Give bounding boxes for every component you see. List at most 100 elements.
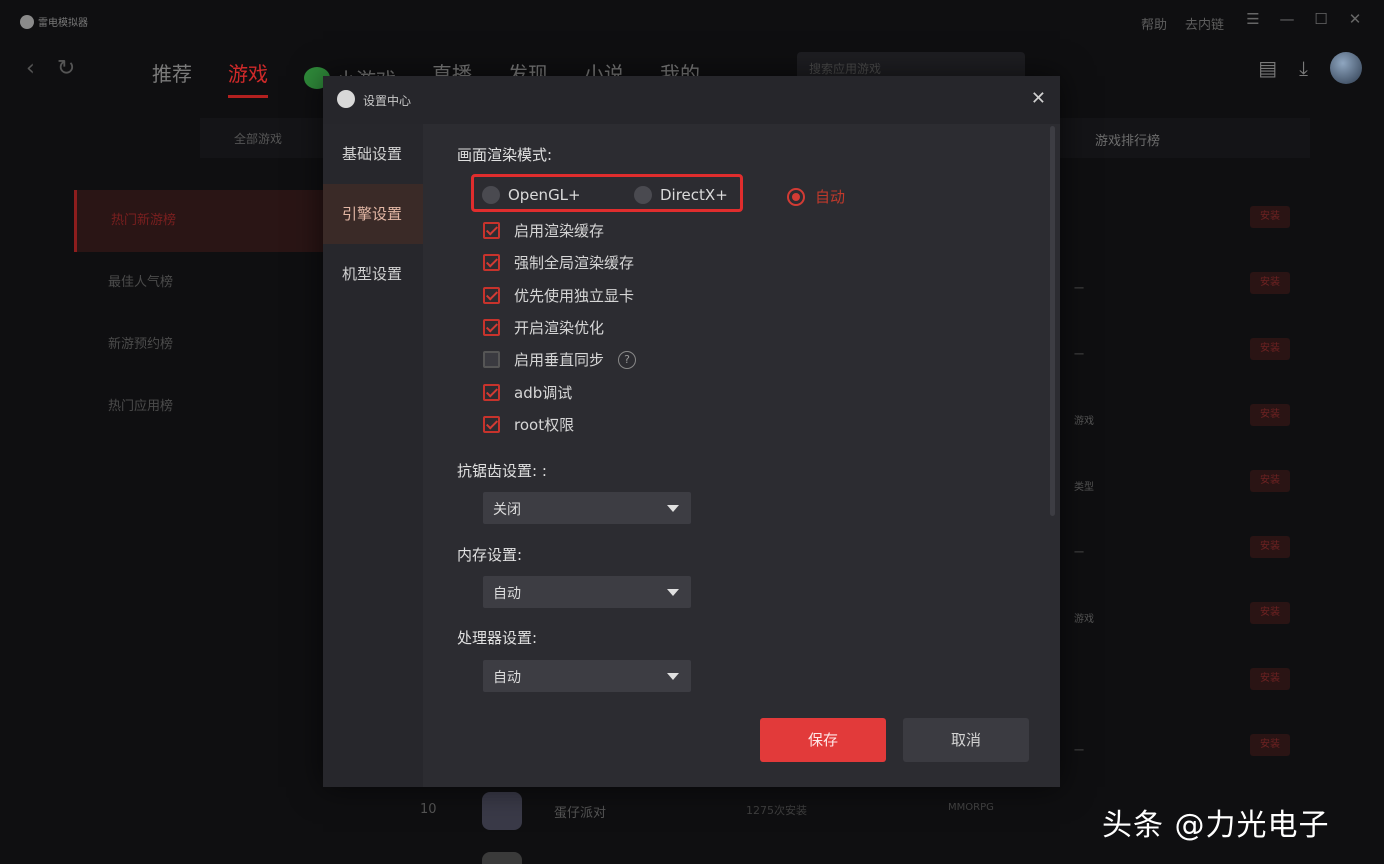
back-arrow-icon[interactable]: ‹ (26, 56, 35, 81)
game-desc: 1275次安装 (746, 804, 807, 817)
memory-select[interactable]: 自动 (483, 576, 691, 608)
tab-games[interactable]: 游戏 (228, 58, 268, 98)
list-item: 一 安装 (1060, 322, 1320, 388)
checkbox-label: adb调试 (514, 384, 573, 402)
checkbox-label: root权限 (514, 416, 575, 434)
dialog-header: 设置中心 ✕ (323, 76, 1060, 124)
list-item: 安装 (1060, 190, 1320, 256)
radio-off-icon (482, 186, 500, 204)
bg-game-list: 安装 一安装 一安装 游戏 安装 类型 安装 一安装 游戏 安装 安装 一安装 (1060, 190, 1320, 784)
render-mode-label: 画面渲染模式: (457, 146, 553, 164)
install-button[interactable]: 安装 (1250, 404, 1290, 426)
chevron-down-icon (667, 505, 679, 512)
help-icon[interactable]: ? (618, 350, 637, 369)
save-button[interactable]: 保存 (760, 718, 886, 762)
help-link[interactable]: 帮助 (1141, 14, 1167, 33)
dialog-title: 设置中心 (363, 94, 412, 108)
radio-on-icon (787, 187, 805, 206)
checkbox-force-global-cache[interactable]: 强制全局渲染缓存 (483, 252, 634, 273)
game-icon (482, 852, 522, 864)
rank-list-sidebar: 热门新游榜 最佳人气榜 新游预约榜 热门应用榜 (74, 190, 324, 438)
chevron-down-icon (667, 673, 679, 680)
install-button[interactable]: 安装 (1250, 206, 1290, 228)
rank-item-reserve[interactable]: 新游预约榜 (74, 314, 324, 376)
game-icon (482, 792, 522, 830)
memory-label: 内存设置: (457, 546, 523, 564)
install-button[interactable]: 安装 (1250, 338, 1290, 360)
install-button[interactable]: 安装 (1250, 668, 1290, 690)
cancel-button[interactable]: 取消 (903, 718, 1029, 762)
install-button[interactable]: 安装 (1250, 734, 1290, 756)
rank-item-hot-new[interactable]: 热门新游榜 (74, 190, 324, 252)
refresh-icon[interactable]: ↻ (57, 56, 75, 81)
settings-scrollbar[interactable] (1050, 126, 1055, 516)
checkbox-checked-icon (483, 287, 500, 304)
row-tag: 游戏 (1074, 416, 1094, 427)
checkbox-discrete-gpu[interactable]: 优先使用独立显卡 (483, 285, 634, 306)
avatar[interactable] (1330, 52, 1362, 84)
dialog-logo-icon (337, 90, 355, 108)
sidebar-item-basic[interactable]: 基础设置 (323, 124, 423, 184)
settings-dialog: 设置中心 ✕ 基础设置 引擎设置 机型设置 画面渲染模式: OpenGL+ Di… (323, 76, 1060, 787)
cpu-value: 自动 (493, 670, 521, 686)
cpu-select[interactable]: 自动 (483, 660, 691, 692)
minimize-icon[interactable]: — (1278, 10, 1296, 28)
checkbox-unchecked-icon (483, 351, 500, 368)
tab-recommend[interactable]: 推荐 (152, 58, 192, 98)
checkbox-checked-icon (483, 384, 500, 401)
sidebar-item-model[interactable]: 机型设置 (323, 244, 423, 304)
app-logo-icon (20, 14, 34, 29)
list-item: 一 安装 (1060, 718, 1320, 784)
install-button[interactable]: 安装 (1250, 272, 1290, 294)
close-icon[interactable]: ✕ (1031, 88, 1046, 109)
checkbox-label: 优先使用独立显卡 (514, 287, 635, 305)
internal-link[interactable]: 去内链 (1185, 14, 1224, 33)
row-tag: 一 (1074, 284, 1084, 295)
antialias-select[interactable]: 关闭 (483, 492, 691, 524)
antialias-label: 抗锯齿设置: : (457, 462, 547, 480)
rank-number: 10 (420, 802, 437, 817)
list-item: 一 安装 (1060, 256, 1320, 322)
render-option-directx[interactable]: DirectX+ (634, 186, 728, 204)
radio-off-icon (634, 186, 652, 204)
close-icon[interactable]: ✕ (1346, 10, 1364, 28)
render-option-opengl-label: OpenGL+ (508, 186, 581, 204)
game-rank-link[interactable]: 游戏排行榜 (1095, 130, 1160, 149)
checkbox-label: 启用渲染缓存 (514, 222, 605, 240)
install-button[interactable]: 安装 (1250, 536, 1290, 558)
watermark: 头条 @力光电子 (1102, 808, 1330, 843)
sidebar-item-engine[interactable]: 引擎设置 (323, 184, 423, 244)
row-tag: 一 (1074, 548, 1084, 559)
maximize-icon[interactable]: ☐ (1312, 10, 1330, 28)
menu-icon[interactable]: ☰ (1244, 10, 1262, 28)
game-tag: MMORPG (948, 802, 994, 813)
checkbox-checked-icon (483, 319, 500, 336)
install-button[interactable]: 安装 (1250, 602, 1290, 624)
checkbox-vsync[interactable]: 启用垂直同步 ? (483, 349, 637, 370)
chevron-down-icon (667, 589, 679, 596)
checkbox-render-optimize[interactable]: 开启渲染优化 (483, 317, 604, 338)
app-titlebar: 雷电模拟器 帮助 去内链 ☰ — ☐ ✕ (0, 0, 1384, 44)
row-tag: 游戏 (1074, 614, 1094, 625)
memory-value: 自动 (493, 586, 521, 602)
list-item: 游戏 安装 (1060, 388, 1320, 454)
checkbox-render-cache[interactable]: 启用渲染缓存 (483, 220, 604, 241)
antialias-value: 关闭 (493, 502, 521, 518)
engine-settings-panel: 画面渲染模式: OpenGL+ DirectX+ 自动 启用渲染缓存 强制全局渲… (457, 124, 1037, 724)
render-option-opengl[interactable]: OpenGL+ (482, 186, 581, 204)
all-games-link[interactable]: 全部游戏 (234, 130, 282, 147)
list-item: 一 安装 (1060, 520, 1320, 586)
checkbox-label: 强制全局渲染缓存 (514, 254, 635, 272)
checkbox-adb-debug[interactable]: adb调试 (483, 382, 572, 403)
list-item: 安装 (1060, 652, 1320, 718)
render-mode-highlight: OpenGL+ DirectX+ (471, 174, 743, 212)
message-icon[interactable]: ▤ (1258, 56, 1277, 80)
download-icon[interactable]: ⤓ (1299, 56, 1308, 80)
checkbox-root[interactable]: root权限 (483, 414, 574, 435)
install-button[interactable]: 安装 (1250, 470, 1290, 492)
render-option-auto[interactable]: 自动 (787, 186, 845, 207)
rank-item-popular[interactable]: 最佳人气榜 (74, 252, 324, 314)
rank-item-apps[interactable]: 热门应用榜 (74, 376, 324, 438)
row-tag: 类型 (1074, 482, 1094, 493)
app-logo: 雷电模拟器 (20, 14, 88, 29)
